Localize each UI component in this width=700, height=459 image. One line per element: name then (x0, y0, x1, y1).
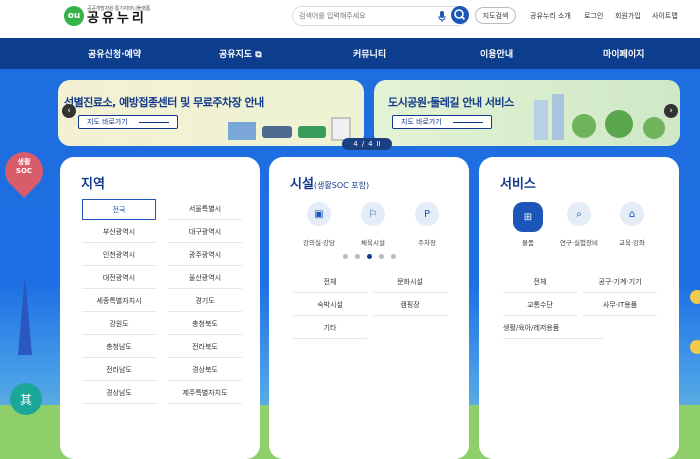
banner-park[interactable]: 도시공원·둘레길 안내 서비스 지도 바로가기 (374, 80, 680, 146)
banner-link[interactable]: 지도 바로가기 (392, 115, 492, 129)
parking-icon[interactable]: P (415, 202, 439, 226)
region-option-selected[interactable]: 전국 (82, 199, 156, 220)
search-button[interactable] (451, 6, 469, 24)
facility-title-sub: (생활SOC 포함) (313, 181, 370, 190)
service-label: 교육·강좌 (619, 239, 645, 247)
lecture-room-icon[interactable]: ▣ (307, 202, 331, 226)
logo-title: 공유누리 (87, 11, 147, 26)
util-link-login[interactable]: 로그인 (584, 11, 603, 21)
microscope-icon[interactable]: ⌕ (567, 202, 591, 226)
facility-title-text: 시설 (290, 177, 314, 192)
region-option[interactable]: 서울특별시 (168, 199, 242, 220)
logo-mark-icon: ou (64, 5, 84, 26)
carousel-dot[interactable] (379, 254, 384, 259)
nav-item-mypage[interactable]: 마이페이지 (603, 47, 644, 60)
nav-item-community[interactable]: 커뮤니티 (353, 47, 386, 60)
park-illustration (534, 94, 665, 140)
carousel-dot[interactable] (343, 254, 348, 259)
facility-category[interactable]: 캠핑장 (373, 294, 447, 316)
decor-ball-icon (690, 290, 700, 304)
nav-item-booking[interactable]: 공유신청·예약 (88, 47, 141, 60)
search-input[interactable] (299, 9, 429, 23)
side-circle-icon[interactable]: 其 (10, 383, 42, 415)
facility-label: 주차장 (418, 239, 436, 247)
service-label: 연구·실험장비 (560, 239, 598, 247)
service-category[interactable]: 사무·IT용품 (583, 294, 657, 316)
region-option[interactable]: 대구광역시 (168, 222, 242, 243)
facility-label: 강의실·강당 (303, 239, 335, 247)
region-option[interactable]: 광주광역시 (168, 245, 242, 266)
service-category[interactable]: 교통수단 (503, 294, 577, 316)
carousel-dot[interactable] (355, 254, 360, 259)
chevron-left-icon: ‹ (67, 106, 71, 116)
banner-link[interactable]: 지도 바로가기 (78, 115, 178, 129)
service-category[interactable]: 공구·기계·기기 (583, 271, 657, 293)
service-category[interactable]: 전체 (503, 271, 577, 293)
sports-facility-icon[interactable]: ⚐ (361, 202, 385, 226)
banner-title: 선별진료소, 예방접종센터 및 무료주차장 안내 (64, 96, 264, 109)
region-option[interactable]: 전라북도 (168, 337, 242, 358)
decor-ball-icon (690, 340, 700, 354)
facility-card: 시설(생활SOC 포함) ▣ 강의실·강당 ⚐ 체육시설 P 주차장 전체 문화시… (269, 157, 469, 459)
site-logo[interactable]: ou 공공개방자원 통기자마니플랫폼 공유누리 (64, 5, 150, 26)
facility-label: 체육시설 (361, 239, 385, 247)
util-link-signup[interactable]: 회원가입 (615, 11, 641, 21)
facility-category[interactable]: 전체 (293, 271, 367, 293)
map-search-button[interactable]: 지도검색 (475, 7, 516, 24)
facility-category[interactable]: 기타 (293, 317, 367, 339)
region-option[interactable]: 울산광역시 (168, 268, 242, 289)
facility-category[interactable]: 숙박시설 (293, 294, 367, 316)
region-option[interactable]: 대전광역시 (82, 268, 156, 289)
pager-separator: / (361, 140, 365, 148)
banner-next-button[interactable]: › (664, 104, 678, 118)
facility-card-title: 시설(생활SOC 포함) (290, 173, 369, 192)
soc-pin-label: 생활SOC (15, 158, 33, 175)
nav-item-guide[interactable]: 이용안내 (480, 47, 513, 60)
vehicles-illustration (228, 117, 351, 141)
region-option[interactable]: 경상남도 (82, 383, 156, 404)
search-icon (454, 9, 466, 21)
banner-title: 도시공원·둘레길 안내 서비스 (388, 96, 514, 109)
microphone-icon[interactable] (438, 11, 446, 22)
pause-icon[interactable]: II (377, 140, 381, 148)
facility-category[interactable]: 문화시설 (373, 271, 447, 293)
carousel-dot[interactable] (391, 254, 396, 259)
banner-clinic[interactable]: 선별진료소, 예방접종센터 및 무료주차장 안내 지도 바로가기 (58, 80, 364, 146)
util-link-sitemap[interactable]: 사이트맵 (652, 11, 678, 21)
pager-total: 4 (368, 140, 373, 148)
search-box (292, 6, 468, 26)
region-card: 지역 전국 서울특별시부산광역시 대구광역시인천광역시 광주광역시대전광역시 울산광역시… (60, 157, 260, 459)
region-option[interactable]: 전라남도 (82, 360, 156, 381)
main-nav: 공유신청·예약 공유지도 ⧉ 커뮤니티 이용안내 마이페이지 (0, 38, 700, 69)
carousel-dot-active[interactable] (367, 254, 372, 259)
service-card: 서비스 ⊞ 물품 ⌕ 연구·실험장비 ⌂ 교육·강좌 전체 공구·기계·기기 교통수… (479, 157, 679, 459)
region-option[interactable]: 충청남도 (82, 337, 156, 358)
region-option[interactable]: 충청북도 (168, 314, 242, 335)
banner-pager: 4 / 4 II (342, 138, 392, 150)
region-option[interactable]: 부산광역시 (82, 222, 156, 243)
banner-prev-button[interactable]: ‹ (62, 104, 76, 118)
service-category[interactable]: 생활/육아/레저용품 (503, 317, 603, 339)
carousel-dots (343, 254, 396, 259)
graduation-cap-icon[interactable]: ⌂ (620, 202, 644, 226)
service-card-title: 서비스 (500, 177, 536, 192)
region-option[interactable]: 인천광역시 (82, 245, 156, 266)
region-option[interactable]: 세종특별자치시 (82, 291, 156, 312)
gift-icon[interactable]: ⊞ (513, 202, 543, 232)
region-option[interactable]: 제주특별자치도 (168, 383, 242, 404)
region-option[interactable]: 경상북도 (168, 360, 242, 381)
site-header: ou 공공개방자원 통기자마니플랫폼 공유누리 지도검색 공유누리 소개 로그인… (0, 0, 700, 38)
nav-item-map[interactable]: 공유지도 ⧉ (219, 47, 262, 60)
region-option[interactable]: 경기도 (168, 291, 242, 312)
region-card-title: 지역 (81, 177, 105, 192)
chevron-right-icon: › (669, 106, 673, 116)
util-link-about[interactable]: 공유누리 소개 (530, 11, 571, 21)
pager-current: 4 (353, 140, 358, 148)
region-option[interactable]: 강원도 (82, 314, 156, 335)
